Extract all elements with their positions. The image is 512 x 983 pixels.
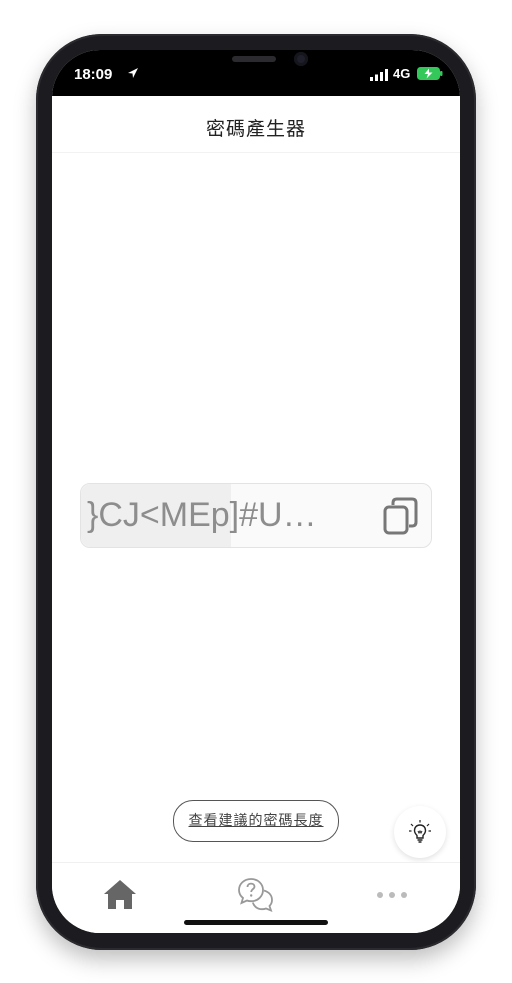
battery-charging-icon (417, 67, 443, 80)
password-text[interactable]: }CJ<MEp]#U… (87, 496, 317, 535)
home-icon[interactable] (100, 875, 140, 915)
front-camera (294, 52, 308, 66)
password-display[interactable]: }CJ<MEp]#U… (80, 483, 432, 548)
copy-icon[interactable] (381, 496, 421, 536)
speaker (232, 56, 276, 62)
app-screen: 18:09 4G 密碼產生器 }CJ<MEp]#U… 查看建議的密碼長度 (52, 50, 460, 933)
more-icon[interactable] (372, 875, 412, 915)
page-title: 密碼產生器 (205, 118, 306, 140)
status-time: 18:09 (74, 66, 113, 83)
home-indicator[interactable] (184, 920, 328, 925)
lightbulb-icon (409, 820, 431, 843)
status-bar: 18:09 4G (52, 50, 460, 96)
tips-button[interactable] (394, 806, 446, 858)
signal-icon (370, 69, 388, 81)
notch (148, 50, 364, 82)
network-type: 4G (393, 66, 411, 81)
suggested-length-button[interactable]: 查看建議的密碼長度 (173, 800, 339, 842)
nav-header: 密碼產生器 (52, 96, 460, 153)
location-arrow-icon (128, 68, 138, 78)
help-chat-icon[interactable] (236, 875, 276, 915)
